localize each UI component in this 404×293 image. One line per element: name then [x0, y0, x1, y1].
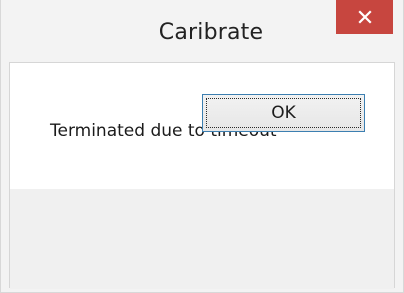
close-button[interactable]: [336, 0, 393, 34]
button-area: [10, 189, 394, 289]
ok-button[interactable]: OK: [202, 94, 365, 132]
message-dialog: Caribrate Terminated due to timeout OK: [0, 0, 404, 293]
title-bar[interactable]: Caribrate: [1, 0, 403, 62]
close-icon: [357, 10, 372, 24]
ok-button-label: OK: [271, 103, 296, 123]
